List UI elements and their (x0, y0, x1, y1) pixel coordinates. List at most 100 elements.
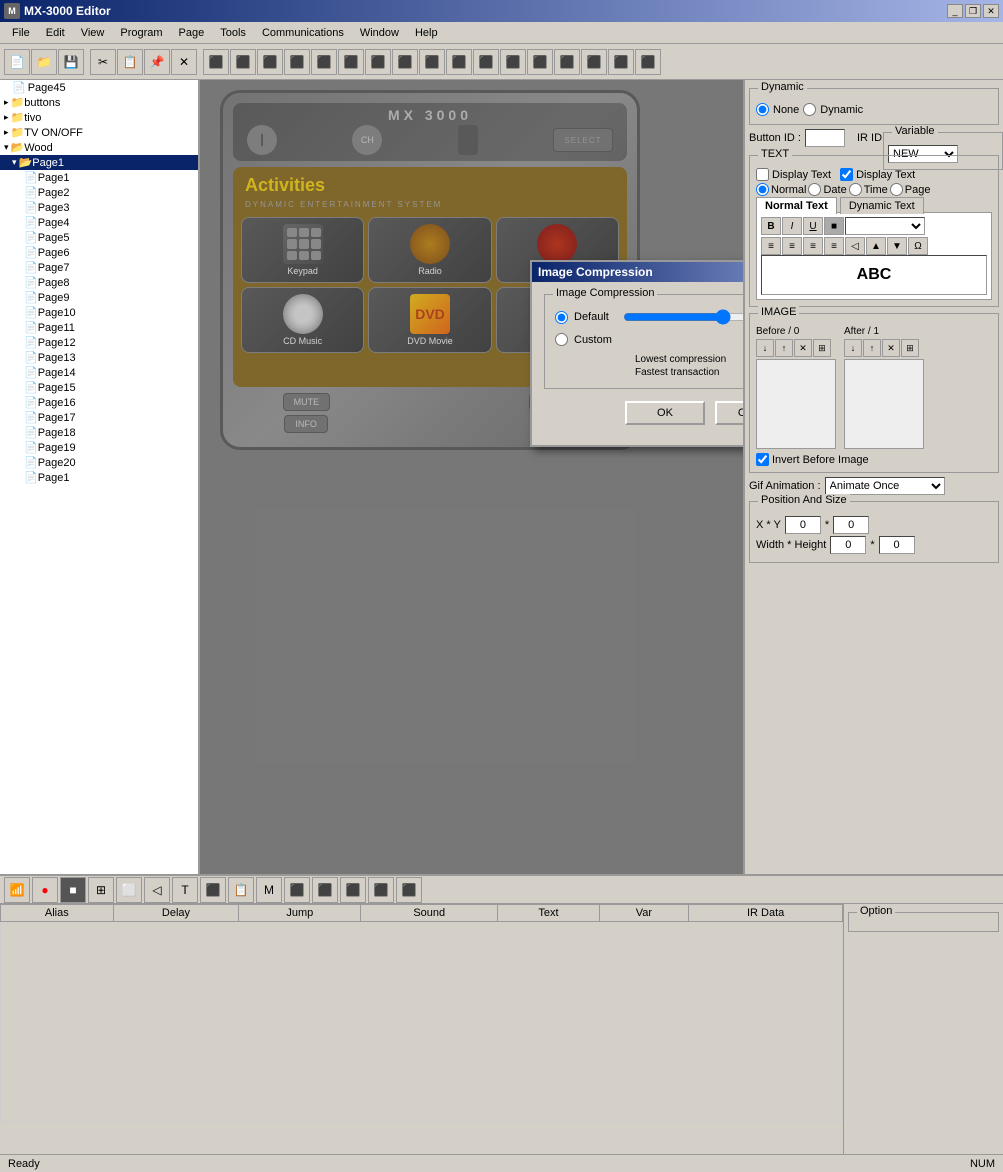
tree-item-page9[interactable]: 📄 Page9 (0, 290, 198, 305)
tree-item-tv-onoff[interactable]: ▸ 📁 TV ON/OFF (0, 125, 198, 140)
dynamic-text-tab[interactable]: Dynamic Text (840, 197, 924, 214)
tree-item-page7[interactable]: 📄 Page7 (0, 260, 198, 275)
bottom-tb-btn-14[interactable]: ⬛ (368, 877, 394, 903)
bottom-tb-btn-11[interactable]: ⬛ (284, 877, 310, 903)
bottom-tb-btn-2[interactable]: ● (32, 877, 58, 903)
date-text-radio[interactable] (808, 183, 821, 196)
menu-program[interactable]: Program (112, 25, 170, 41)
after-import-button[interactable]: ↓ (844, 339, 862, 357)
tree-item-page3[interactable]: 📄 Page3 (0, 200, 198, 215)
bottom-tb-btn-9[interactable]: 📋 (228, 877, 254, 903)
tree-item-page17[interactable]: 📄 Page17 (0, 410, 198, 425)
bold-button[interactable]: B (761, 217, 781, 235)
new-button[interactable]: 📄 (4, 49, 30, 75)
default-radio[interactable] (555, 311, 568, 324)
restore-button[interactable]: ❐ (965, 4, 981, 18)
dynamic-none-radio[interactable] (756, 103, 769, 116)
tree-item-page20[interactable]: 📄 Page20 (0, 455, 198, 470)
minimize-button[interactable]: _ (947, 4, 963, 18)
tb-btn-8[interactable]: ⬛ (284, 49, 310, 75)
tree-item-page6[interactable]: 📄 Page6 (0, 245, 198, 260)
menu-window[interactable]: Window (352, 25, 407, 41)
cut-button[interactable]: ✂ (90, 49, 116, 75)
button-id-input[interactable] (805, 129, 845, 147)
height-input[interactable] (879, 536, 915, 554)
after-export-button[interactable]: ↑ (863, 339, 881, 357)
paste-button[interactable]: 📌 (144, 49, 170, 75)
bottom-tb-btn-10[interactable]: M (256, 877, 282, 903)
delete-button[interactable]: ✕ (171, 49, 197, 75)
tb-btn-15[interactable]: ⬛ (473, 49, 499, 75)
tb-btn-9[interactable]: ⬛ (311, 49, 337, 75)
bottom-tb-btn-7[interactable]: T (172, 877, 198, 903)
before-expand-button[interactable]: ⊞ (813, 339, 831, 357)
tb-btn-17[interactable]: ⬛ (527, 49, 553, 75)
tree-item-page12[interactable]: 📄 Page12 (0, 335, 198, 350)
before-import-button[interactable]: ↓ (756, 339, 774, 357)
tree-item-page18[interactable]: 📄 Page18 (0, 425, 198, 440)
tree-item-page13[interactable]: 📄 Page13 (0, 350, 198, 365)
tree-item-page11[interactable]: 📄 Page11 (0, 320, 198, 335)
compression-slider[interactable] (623, 309, 743, 325)
bottom-tb-btn-6[interactable]: ◁ (144, 877, 170, 903)
tree-item-page45[interactable]: 📄 Page45 (0, 80, 198, 95)
menu-view[interactable]: View (73, 25, 113, 41)
custom-radio[interactable] (555, 333, 568, 346)
tree-item-wood-page1-main[interactable]: ▾ 📂 Page1 (0, 155, 198, 170)
tb-btn-16[interactable]: ⬛ (500, 49, 526, 75)
italic-button[interactable]: I (782, 217, 802, 235)
color-button[interactable]: ■ (824, 217, 844, 235)
bottom-tb-btn-5[interactable]: ⬜ (116, 877, 142, 903)
subscript-button[interactable]: ▼ (887, 237, 907, 255)
dynamic-dynamic-radio[interactable] (803, 103, 816, 116)
cancel-button[interactable]: Cancel (715, 401, 743, 425)
tree-item-page1[interactable]: 📄 Page1 (0, 170, 198, 185)
tree-item-page16[interactable]: 📄 Page16 (0, 395, 198, 410)
font-select[interactable] (845, 217, 925, 235)
time-text-radio[interactable] (849, 183, 862, 196)
superscript-button[interactable]: ▲ (866, 237, 886, 255)
tb-btn-18[interactable]: ⬛ (554, 49, 580, 75)
tb-btn-13[interactable]: ⬛ (419, 49, 445, 75)
menu-page[interactable]: Page (171, 25, 213, 41)
menu-communications[interactable]: Communications (254, 25, 352, 41)
before-export-button[interactable]: ↑ (775, 339, 793, 357)
align-left-button[interactable]: ≡ (761, 237, 781, 255)
ok-button[interactable]: OK (625, 401, 705, 425)
save-button[interactable]: 💾 (58, 49, 84, 75)
close-button[interactable]: ✕ (983, 4, 999, 18)
tb-btn-20[interactable]: ⬛ (608, 49, 634, 75)
tree-item-page4[interactable]: 📄 Page4 (0, 215, 198, 230)
bottom-tb-btn-12[interactable]: ⬛ (312, 877, 338, 903)
tree-item-tivo[interactable]: ▸ 📁 tivo (0, 110, 198, 125)
width-input[interactable] (830, 536, 866, 554)
tb-btn-11[interactable]: ⬛ (365, 49, 391, 75)
tree-item-page19[interactable]: 📄 Page19 (0, 440, 198, 455)
tb-btn-7[interactable]: ⬛ (257, 49, 283, 75)
after-expand-button[interactable]: ⊞ (901, 339, 919, 357)
invert-checkbox[interactable] (756, 453, 769, 466)
tb-btn-19[interactable]: ⬛ (581, 49, 607, 75)
tree-item-wood[interactable]: ▾ 📂 Wood (0, 140, 198, 155)
gif-select[interactable]: Animate Once (825, 477, 945, 495)
copy-button[interactable]: 📋 (117, 49, 143, 75)
tree-item-page8[interactable]: 📄 Page8 (0, 275, 198, 290)
display-text-checkbox[interactable] (756, 168, 769, 181)
bottom-tb-btn-8[interactable]: ⬛ (200, 877, 226, 903)
tree-item-page1-last[interactable]: 📄 Page1 (0, 470, 198, 485)
menu-edit[interactable]: Edit (38, 25, 73, 41)
display-text2-checkbox[interactable] (840, 168, 853, 181)
tb-btn-14[interactable]: ⬛ (446, 49, 472, 75)
after-delete-button[interactable]: ✕ (882, 339, 900, 357)
align-center-button[interactable]: ≡ (782, 237, 802, 255)
normal-text-radio[interactable] (756, 183, 769, 196)
tb-btn-6[interactable]: ⬛ (230, 49, 256, 75)
tree-item-page5[interactable]: 📄 Page5 (0, 230, 198, 245)
tree-item-page2[interactable]: 📄 Page2 (0, 185, 198, 200)
tree-item-page15[interactable]: 📄 Page15 (0, 380, 198, 395)
tb-btn-10[interactable]: ⬛ (338, 49, 364, 75)
tb-btn-5[interactable]: ⬛ (203, 49, 229, 75)
page-text-radio[interactable] (890, 183, 903, 196)
tree-item-page10[interactable]: 📄 Page10 (0, 305, 198, 320)
x-input[interactable] (785, 516, 821, 534)
